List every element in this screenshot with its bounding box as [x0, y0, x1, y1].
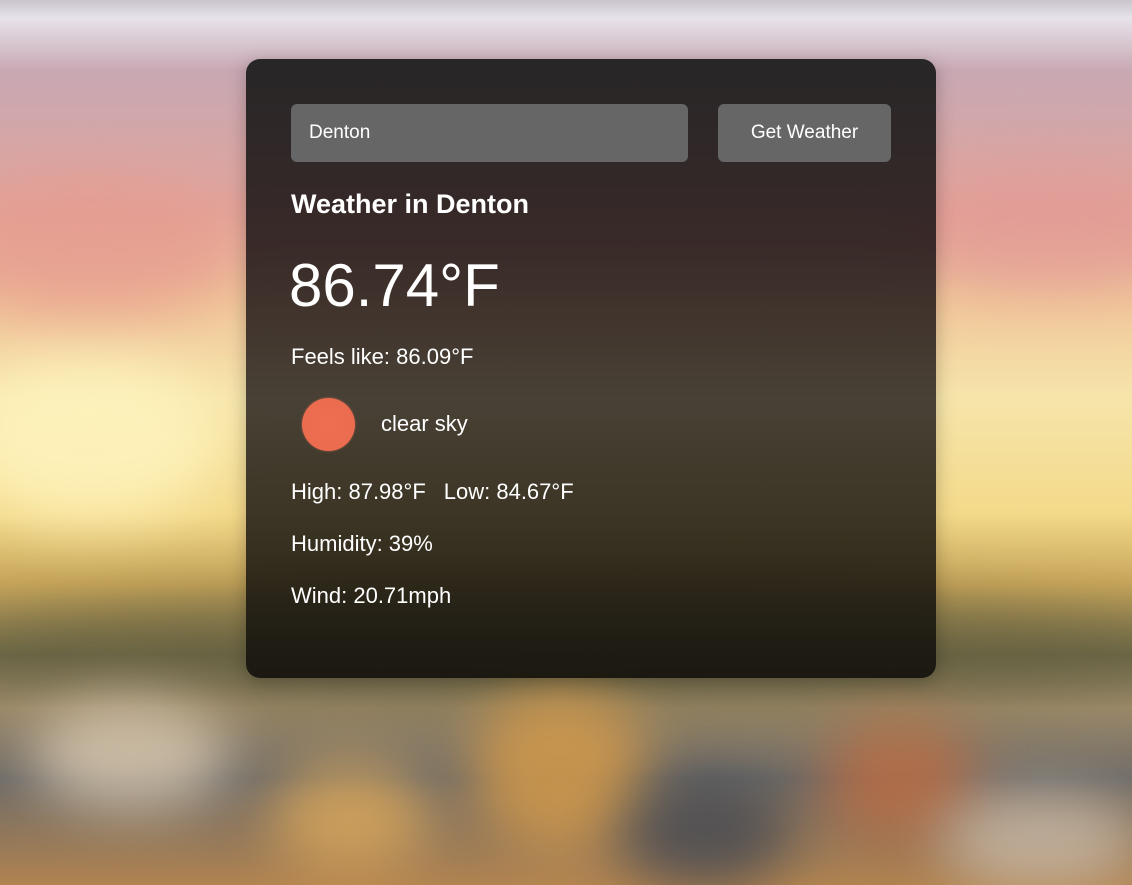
low-temperature: Low: 84.67°F	[443, 479, 574, 504]
weather-card: Get Weather Weather in Denton 86.74°F Fe…	[246, 59, 936, 678]
city-search-input[interactable]	[291, 104, 688, 162]
sun-icon	[302, 398, 355, 451]
weather-condition: clear sky	[381, 411, 468, 436]
wind-speed: Wind: 20.71mph	[291, 583, 452, 608]
current-temperature: 86.74°F	[289, 252, 500, 319]
high-temperature: High: 87.98°F	[291, 479, 426, 504]
get-weather-button[interactable]: Get Weather	[718, 104, 891, 162]
weather-title: Weather in Denton	[291, 189, 530, 219]
feels-like: Feels like: 86.09°F	[291, 344, 474, 369]
humidity: Humidity: 39%	[291, 531, 433, 556]
high-low-row: High: 87.98°F Low: 84.67°F	[291, 479, 574, 505]
